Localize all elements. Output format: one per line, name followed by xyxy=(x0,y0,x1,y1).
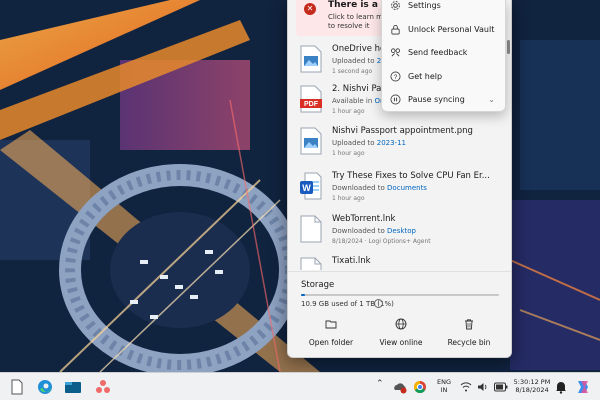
file-row[interactable]: Nishvi Passport appointment.png Uploaded… xyxy=(296,122,505,162)
storage-progress-fill xyxy=(301,294,305,296)
sync-error-line2: to resolve it xyxy=(328,22,370,30)
svg-text:W: W xyxy=(302,183,311,193)
image-file-icon xyxy=(300,45,322,73)
lock-icon xyxy=(391,24,400,35)
file-time: 8/18/2024 · Logi Options+ Agent xyxy=(332,238,431,245)
image-file-icon xyxy=(300,127,322,155)
globe-icon xyxy=(395,318,407,330)
file-status: Available in Or xyxy=(332,97,383,105)
file-location-link[interactable]: Documents xyxy=(387,184,427,192)
clock[interactable]: 5:30:12 PM 8/18/2024 xyxy=(512,378,552,394)
file-row[interactable]: WebTorrent.lnk Downloaded to Desktop 8/1… xyxy=(296,210,505,250)
battery-icon[interactable] xyxy=(494,382,508,392)
pause-icon xyxy=(390,94,401,105)
menu-item-get-help[interactable]: ? Get help xyxy=(382,66,507,88)
wifi-icon[interactable] xyxy=(460,381,472,393)
file-explorer-icon[interactable] xyxy=(64,378,82,396)
input-language[interactable]: ENG IN xyxy=(433,378,455,394)
copilot-icon[interactable] xyxy=(574,378,592,396)
info-icon[interactable]: i xyxy=(374,299,383,308)
file-name: Try These Fixes to Solve CPU Fan Er... xyxy=(332,171,490,181)
notification-bell-icon[interactable] xyxy=(555,380,567,394)
onedrive-settings-menu: Settings Unlock Personal Vault Send feed… xyxy=(381,0,506,112)
storage-panel: Storage 10.9 GB used of 1 TB (1%) i Open… xyxy=(288,271,511,357)
help-icon: ? xyxy=(390,71,401,82)
menu-item-settings[interactable]: Settings xyxy=(382,0,507,17)
file-status: Downloaded to Desktop xyxy=(332,227,416,235)
file-location-link[interactable]: 2023-11 xyxy=(377,139,406,147)
file-name: OneDrive ho xyxy=(332,44,386,54)
folder-icon xyxy=(325,320,337,329)
file-time: 1 hour ago xyxy=(332,195,365,202)
shortcut-file-icon xyxy=(300,215,322,243)
edge-icon[interactable] xyxy=(36,378,54,396)
file-name: Nishvi Passport appointment.png xyxy=(332,126,473,136)
feedback-icon xyxy=(390,48,401,57)
show-hidden-icons-icon[interactable]: ⌃ xyxy=(376,379,384,389)
file-status: Downloaded to Documents xyxy=(332,184,427,192)
file-time: 1 hour ago xyxy=(332,150,365,157)
menu-item-send-feedback[interactable]: Send feedback xyxy=(382,42,507,64)
file-status: Uploaded to 2023-11 xyxy=(332,139,407,147)
shortcut-file-icon xyxy=(300,257,322,270)
gear-icon xyxy=(391,1,400,10)
speaker-icon[interactable] xyxy=(477,381,489,393)
storage-label: Storage xyxy=(301,280,335,290)
error-icon: ✕ xyxy=(304,3,316,15)
file-name: WebTorrent.lnk xyxy=(332,214,396,224)
word-file-icon: W xyxy=(300,172,322,200)
asana-icon[interactable] xyxy=(94,378,112,396)
menu-item-unlock-vault[interactable]: Unlock Personal Vault xyxy=(382,19,507,41)
chrome-icon[interactable] xyxy=(413,380,427,394)
pdf-file-icon: PDF xyxy=(300,85,322,113)
svg-text:?: ? xyxy=(394,74,398,81)
storage-progress-bar xyxy=(301,294,499,296)
file-time: 1 hour ago xyxy=(332,108,365,115)
pdf-label: PDF xyxy=(304,101,319,108)
chevron-down-icon: ⌄ xyxy=(488,95,495,104)
file-location-link[interactable]: Desktop xyxy=(387,227,416,235)
file-time: 1 second ago xyxy=(332,68,373,75)
menu-item-pause-syncing[interactable]: Pause syncing ⌄ xyxy=(382,89,507,111)
recycle-bin-button[interactable]: Recycle bin xyxy=(434,318,504,357)
onedrive-error-icon[interactable] xyxy=(393,380,407,394)
file-row[interactable]: Tixati.lnk xyxy=(296,252,505,270)
view-online-button[interactable]: View online xyxy=(366,318,436,357)
storage-actions: Open folder View online Recycle bin xyxy=(288,318,511,357)
trash-icon xyxy=(465,319,473,330)
taskbar: ⌃ ENG IN 5:30:12 PM 8/18/2024 xyxy=(0,372,600,400)
file-name: Tixati.lnk xyxy=(332,256,371,266)
open-folder-button[interactable]: Open folder xyxy=(296,318,366,357)
file-icon[interactable] xyxy=(8,378,26,396)
file-row[interactable]: W Try These Fixes to Solve CPU Fan Er...… xyxy=(296,167,505,207)
files-scrollbar[interactable] xyxy=(507,40,510,54)
